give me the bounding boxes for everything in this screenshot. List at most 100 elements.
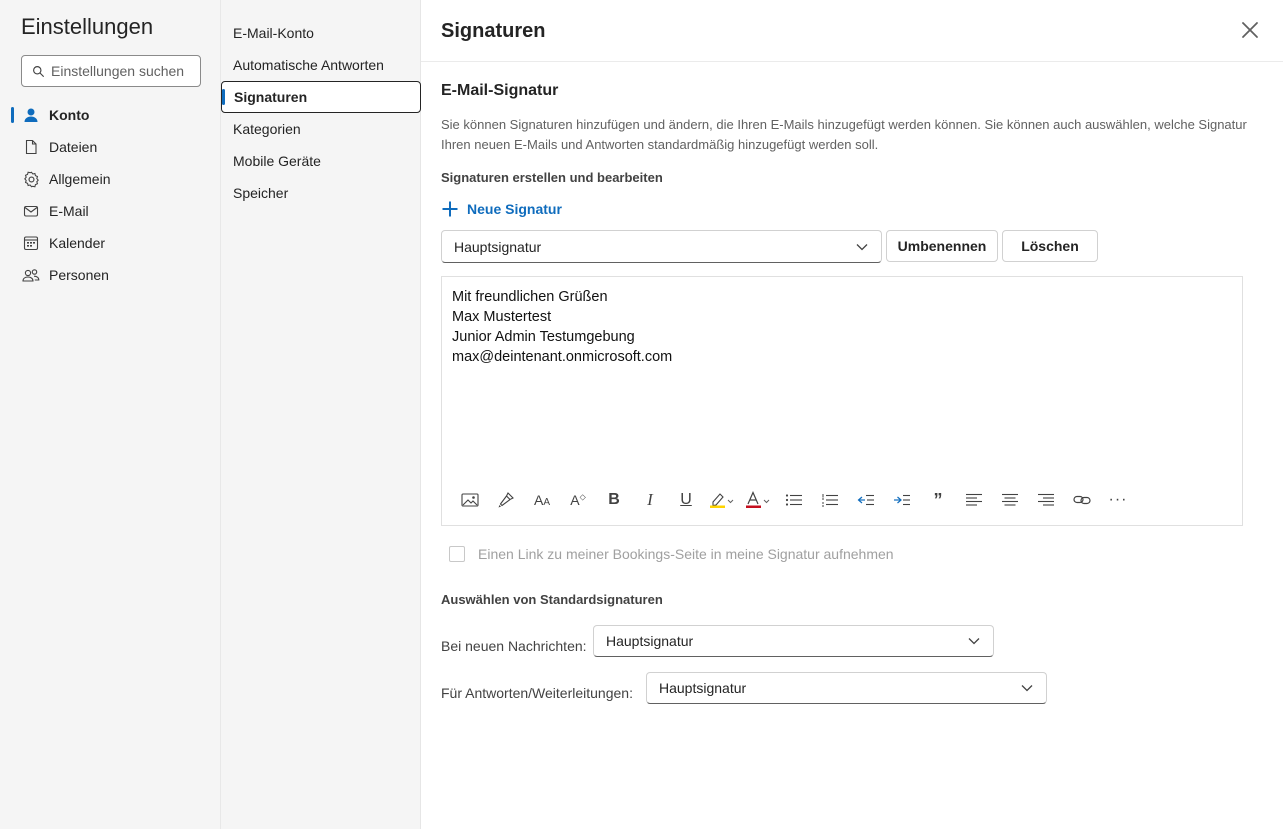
increase-indent-button[interactable]	[884, 487, 920, 513]
bold-icon: B	[608, 491, 620, 508]
bookings-checkbox[interactable]: Einen Link zu meiner Bookings-Seite in m…	[449, 546, 894, 562]
new-messages-select[interactable]: Hauptsignatur	[593, 625, 994, 657]
new-messages-select-value: Hauptsignatur	[606, 633, 694, 649]
new-signature-button[interactable]: Neue Signatur	[441, 200, 562, 218]
align-left-icon	[966, 493, 982, 506]
decrease-indent-icon	[857, 494, 874, 506]
delete-button[interactable]: Löschen	[1002, 230, 1098, 262]
bullet-list-button[interactable]	[776, 487, 812, 513]
nav-item-email[interactable]: E-Mail	[0, 195, 221, 227]
font-size-icon: A◇	[570, 492, 586, 508]
nav-item-kalender[interactable]: Kalender	[0, 227, 221, 259]
subnav-item-speicher[interactable]: Speicher	[221, 177, 421, 209]
settings-search-input[interactable]: Einstellungen suchen	[21, 55, 201, 87]
file-icon	[22, 138, 40, 156]
signature-select-value: Hauptsignatur	[454, 238, 542, 255]
nav-label: Allgemein	[49, 171, 111, 187]
calendar-icon	[22, 234, 40, 252]
default-signatures-title: Auswählen von Standardsignaturen	[441, 592, 663, 607]
subnav-item-automatische-antworten[interactable]: Automatische Antworten	[221, 49, 421, 81]
highlighter-icon	[710, 493, 734, 508]
signature-line: Max Mustertest	[452, 309, 552, 325]
panel-header: Signaturen	[421, 0, 1283, 62]
nav-item-konto[interactable]: Konto	[0, 99, 221, 131]
create-edit-title: Signaturen erstellen und bearbeiten	[441, 170, 663, 185]
subnav-item-email-konto[interactable]: E-Mail-Konto	[221, 17, 421, 49]
chevron-down-icon	[1021, 685, 1033, 692]
search-icon	[33, 65, 44, 77]
nav-label: E-Mail	[49, 203, 89, 219]
format-toolbar: AA A◇ B I U ” ···	[452, 487, 1136, 513]
highlight-button[interactable]	[704, 487, 740, 513]
signature-line: max@deintenant.onmicrosoft.com	[452, 349, 673, 365]
panel-title: Signaturen	[441, 20, 546, 42]
nav-label: Kalender	[49, 235, 106, 251]
subnav-list: E-Mail-Konto Automatische Antworten Sign…	[221, 17, 421, 209]
more-icon: ···	[1108, 491, 1128, 508]
replies-label: Für Antworten/Weiterleitungen:	[441, 685, 633, 701]
format-painter-button[interactable]	[488, 487, 524, 513]
font-icon: AA	[533, 492, 550, 508]
bold-button[interactable]: B	[596, 487, 632, 513]
signature-line: Junior Admin Testumgebung	[452, 329, 635, 345]
align-center-button[interactable]	[992, 487, 1028, 513]
underline-button[interactable]: U	[668, 487, 704, 513]
font-button[interactable]: AA	[524, 487, 560, 513]
align-right-button[interactable]	[1028, 487, 1064, 513]
align-center-icon	[1002, 493, 1018, 506]
numbered-list-button[interactable]	[812, 487, 848, 513]
increase-indent-icon	[894, 494, 910, 506]
checkbox-box	[449, 546, 465, 562]
italic-button[interactable]: I	[632, 487, 668, 513]
close-icon	[1242, 22, 1258, 38]
font-color-button[interactable]	[740, 487, 776, 513]
nav-item-personen[interactable]: Personen	[0, 259, 221, 291]
close-button[interactable]	[1239, 19, 1261, 41]
nav-item-allgemein[interactable]: Allgemein	[0, 163, 221, 195]
quote-icon: ”	[933, 489, 943, 510]
settings-nav: Konto Dateien Allgemein E-Mail Kalender …	[0, 99, 221, 291]
new-messages-label: Bei neuen Nachrichten:	[441, 638, 587, 654]
bullet-list-icon	[785, 494, 802, 506]
insert-image-button[interactable]	[452, 487, 488, 513]
decrease-indent-button[interactable]	[848, 487, 884, 513]
signature-line: Mit freundlichen Grüßen	[452, 289, 608, 305]
image-icon	[461, 493, 479, 507]
numbered-list-icon	[822, 494, 838, 507]
signature-select[interactable]: Hauptsignatur	[441, 230, 882, 263]
new-signature-label: Neue Signatur	[467, 201, 562, 217]
subnav-item-signaturen[interactable]: Signaturen	[221, 81, 421, 113]
settings-sidebar: Einstellungen Einstellungen suchen Konto…	[0, 0, 221, 829]
gear-icon	[22, 170, 40, 188]
more-options-button[interactable]: ···	[1100, 487, 1136, 513]
nav-label: Dateien	[49, 139, 98, 155]
nav-label: Konto	[49, 107, 90, 123]
section-title: E-Mail-Signatur	[441, 82, 559, 99]
mail-icon	[22, 202, 40, 220]
format-painter-icon	[498, 492, 514, 508]
font-size-button[interactable]: A◇	[560, 487, 596, 513]
account-subnav: E-Mail-Konto Automatische Antworten Sign…	[221, 0, 421, 829]
italic-icon: I	[647, 490, 653, 509]
align-left-button[interactable]	[956, 487, 992, 513]
search-placeholder: Einstellungen suchen	[51, 63, 185, 79]
replies-select[interactable]: Hauptsignatur	[646, 672, 1047, 704]
person-icon	[22, 106, 40, 124]
align-right-icon	[1038, 493, 1054, 506]
quote-button[interactable]: ”	[920, 487, 956, 513]
people-icon	[22, 266, 40, 284]
chevron-down-icon	[856, 243, 868, 250]
link-icon	[1073, 495, 1091, 505]
nav-item-dateien[interactable]: Dateien	[0, 131, 221, 163]
plus-icon	[442, 201, 458, 217]
subnav-item-mobile-geraete[interactable]: Mobile Geräte	[221, 145, 421, 177]
font-color-icon	[746, 491, 770, 508]
insert-link-button[interactable]	[1064, 487, 1100, 513]
signature-editor[interactable]: Mit freundlichen Grüßen Max Mustertest J…	[441, 276, 1243, 526]
signatures-panel: Signaturen E-Mail-Signatur Sie können Si…	[421, 0, 1283, 829]
signature-text[interactable]: Mit freundlichen Grüßen Max Mustertest J…	[452, 287, 672, 367]
nav-label: Personen	[49, 267, 109, 283]
subnav-item-kategorien[interactable]: Kategorien	[221, 113, 421, 145]
underline-icon: U	[680, 491, 692, 508]
rename-button[interactable]: Umbenennen	[886, 230, 998, 262]
